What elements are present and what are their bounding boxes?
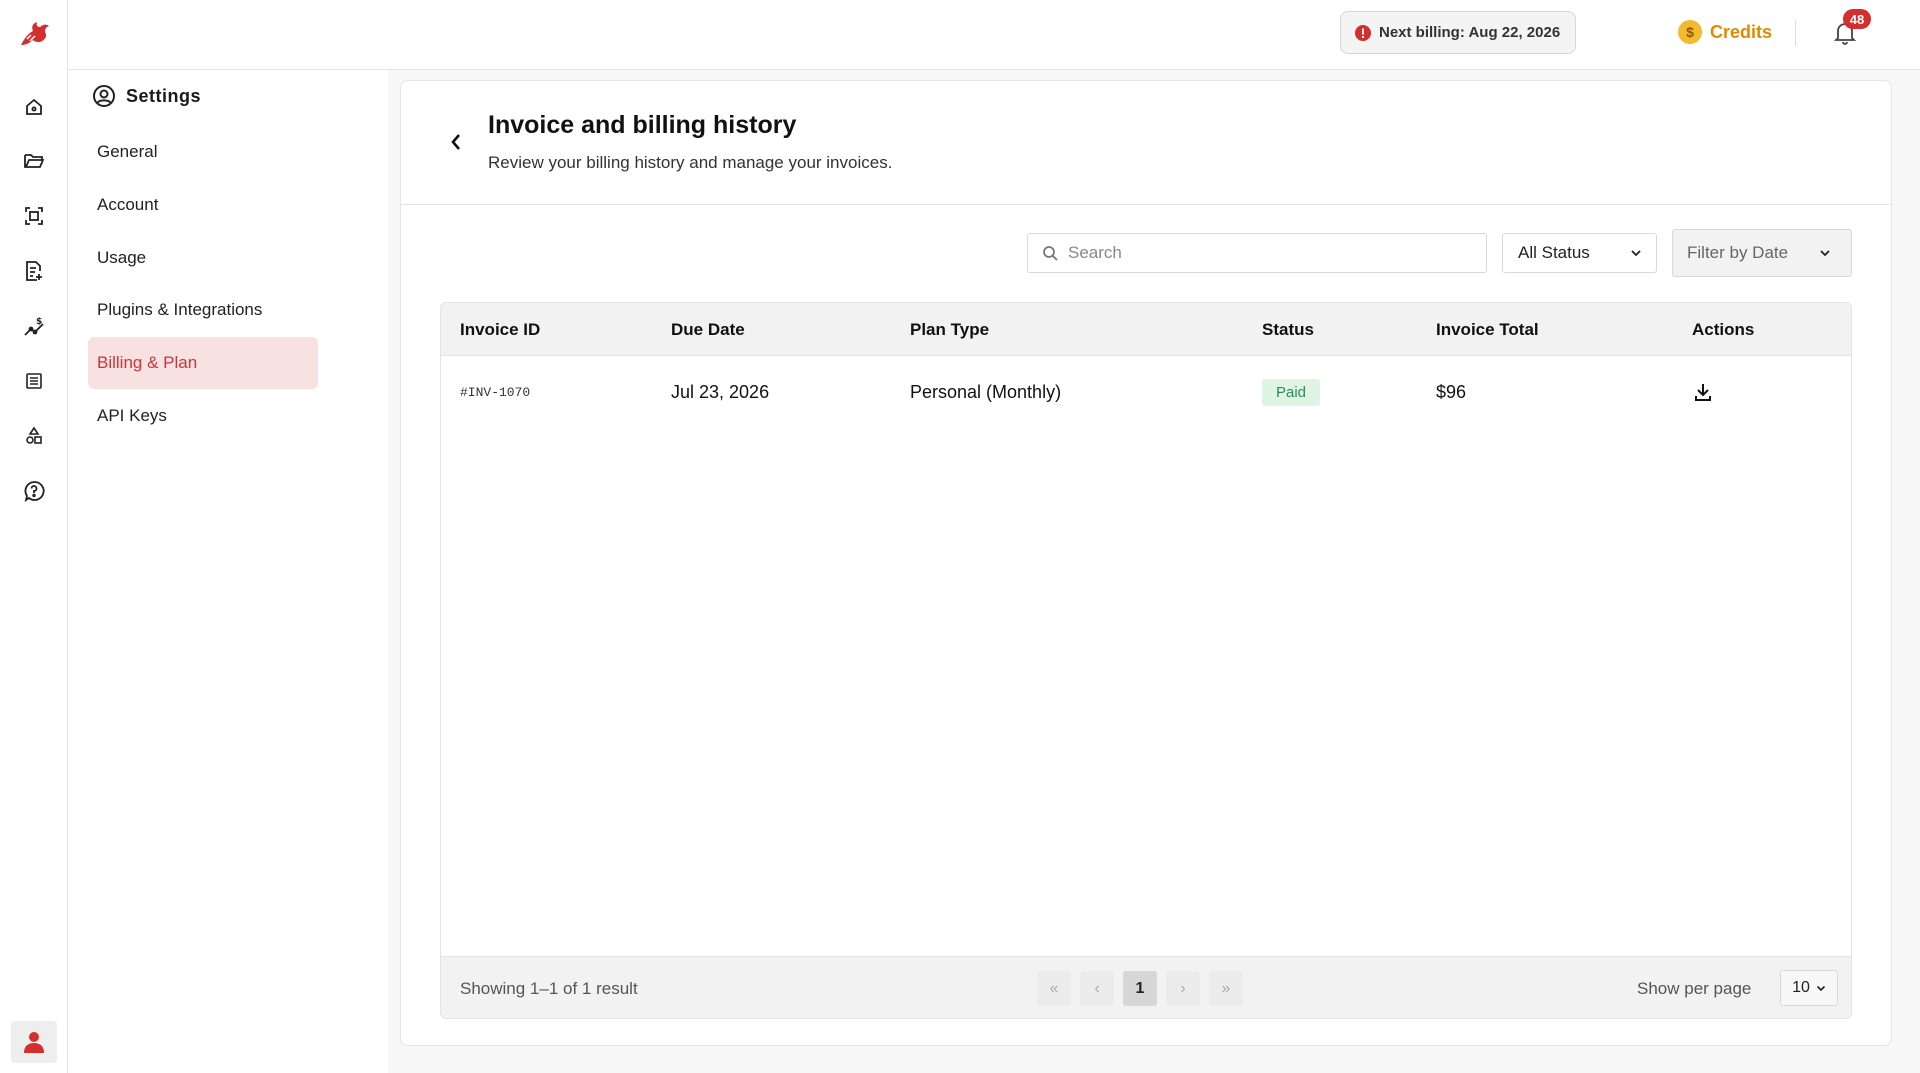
- settings-item-label: General: [97, 142, 158, 161]
- coin-icon: $: [1678, 20, 1702, 44]
- settings-sidebar: Settings General Account Usage Plugins &…: [68, 70, 388, 1073]
- next-page-button[interactable]: ›: [1166, 971, 1200, 1006]
- invoice-total-cell: $96: [1436, 381, 1467, 402]
- date-filter-placeholder: Filter by Date: [1687, 243, 1789, 262]
- settings-item-label: Plugins & Integrations: [97, 300, 263, 319]
- settings-item-usage[interactable]: Usage: [88, 232, 318, 284]
- last-page-button[interactable]: »: [1209, 971, 1243, 1006]
- shapes-icon[interactable]: [19, 421, 49, 451]
- home-icon[interactable]: [19, 92, 49, 122]
- search-icon: [1043, 246, 1058, 261]
- analytics-icon[interactable]: $: [19, 311, 49, 341]
- document-add-icon[interactable]: [19, 256, 49, 286]
- user-profile-button[interactable]: [11, 1021, 57, 1063]
- settings-item-label: API Keys: [97, 406, 167, 425]
- table-icon[interactable]: [19, 366, 49, 396]
- date-filter-select[interactable]: Filter by Date: [1672, 229, 1852, 277]
- status-filter-value: All Status: [1518, 243, 1590, 262]
- scan-icon[interactable]: [19, 201, 49, 231]
- settings-heading: Settings: [92, 84, 201, 108]
- status-cell: Paid: [1262, 356, 1321, 428]
- next-billing-indicator[interactable]: Next billing: Aug 22, 2026: [1340, 11, 1576, 54]
- table-row: #INV-1070 Jul 23, 2026 Personal (Monthly…: [441, 356, 1851, 428]
- alert-icon: [1355, 24, 1371, 41]
- next-billing-text: Next billing: Aug 22, 2026: [1379, 24, 1561, 41]
- actions-cell: [1689, 356, 1717, 428]
- settings-item-account[interactable]: Account: [88, 179, 318, 231]
- chevron-down-icon: [1820, 250, 1830, 257]
- settings-item-label: Billing & Plan: [97, 353, 198, 372]
- settings-item-plugins-integrations[interactable]: Plugins & Integrations: [88, 284, 318, 336]
- pagination: « ‹ 1 › »: [1037, 971, 1243, 1006]
- user-circle-icon: [93, 85, 115, 107]
- column-header-plan-type: Plan Type: [910, 319, 990, 339]
- search-input[interactable]: [1068, 243, 1468, 263]
- settings-title: Settings: [126, 85, 202, 106]
- help-icon[interactable]: [19, 476, 49, 506]
- page-number-button[interactable]: 1: [1123, 971, 1157, 1006]
- page-subtitle: Review your billing history and manage y…: [488, 153, 893, 172]
- chevron-down-icon: [1631, 250, 1641, 257]
- per-page-select[interactable]: 10: [1780, 970, 1838, 1006]
- due-date-cell: Jul 23, 2026: [671, 381, 770, 402]
- folder-icon[interactable]: [19, 146, 49, 176]
- first-page-button[interactable]: «: [1037, 971, 1071, 1006]
- invoice-id-cell: #INV-1070: [460, 384, 531, 400]
- settings-item-label: Account: [97, 195, 159, 214]
- user-icon: [24, 1032, 44, 1053]
- notifications-count-badge: 48: [1843, 9, 1871, 29]
- settings-item-api-keys[interactable]: API Keys: [88, 390, 318, 442]
- invoice-table: Invoice ID Due Date Plan Type Status Inv…: [440, 302, 1852, 1019]
- column-header-due-date: Due Date: [671, 319, 745, 339]
- download-icon[interactable]: [1689, 378, 1717, 406]
- column-header-actions: Actions: [1692, 319, 1755, 339]
- settings-item-general[interactable]: General: [88, 126, 318, 178]
- back-button[interactable]: [441, 127, 471, 157]
- svg-text:$: $: [36, 317, 42, 327]
- column-header-status: Status: [1262, 319, 1314, 339]
- credits-label: Credits: [1710, 21, 1773, 42]
- divider: [1795, 20, 1796, 46]
- per-page-label: Show per page: [1637, 979, 1752, 998]
- chevron-left-icon: [451, 134, 460, 150]
- status-badge: Paid: [1262, 378, 1321, 406]
- brand-logo-icon[interactable]: [14, 16, 54, 52]
- per-page-value: 10: [1792, 979, 1810, 996]
- previous-page-button[interactable]: ‹: [1080, 971, 1114, 1006]
- credits-button[interactable]: $ Credits: [1678, 18, 1772, 46]
- status-filter-select[interactable]: All Status: [1502, 233, 1657, 273]
- chevron-down-icon: [1816, 985, 1825, 991]
- top-bar: Next billing: Aug 22, 2026 $ Credits 48: [68, 0, 1920, 70]
- column-header-invoice-total: Invoice Total: [1436, 319, 1539, 339]
- billing-history-card: Invoice and billing history Review your …: [400, 80, 1892, 1046]
- plan-type-cell: Personal (Monthly): [910, 381, 1062, 402]
- results-summary: Showing 1–1 of 1 result: [460, 979, 638, 998]
- settings-item-billing-plan[interactable]: Billing & Plan: [88, 337, 318, 389]
- settings-item-label: Usage: [97, 248, 147, 267]
- page-title: Invoice and billing history: [488, 111, 797, 139]
- card-header: Invoice and billing history Review your …: [401, 81, 1891, 205]
- table-header-row: Invoice ID Due Date Plan Type Status Inv…: [441, 303, 1851, 356]
- column-header-invoice-id: Invoice ID: [460, 319, 541, 339]
- icon-rail: $: [0, 0, 68, 1073]
- table-footer: Showing 1–1 of 1 result « ‹ 1 › » Show p…: [441, 956, 1851, 1018]
- search-box[interactable]: [1027, 233, 1487, 273]
